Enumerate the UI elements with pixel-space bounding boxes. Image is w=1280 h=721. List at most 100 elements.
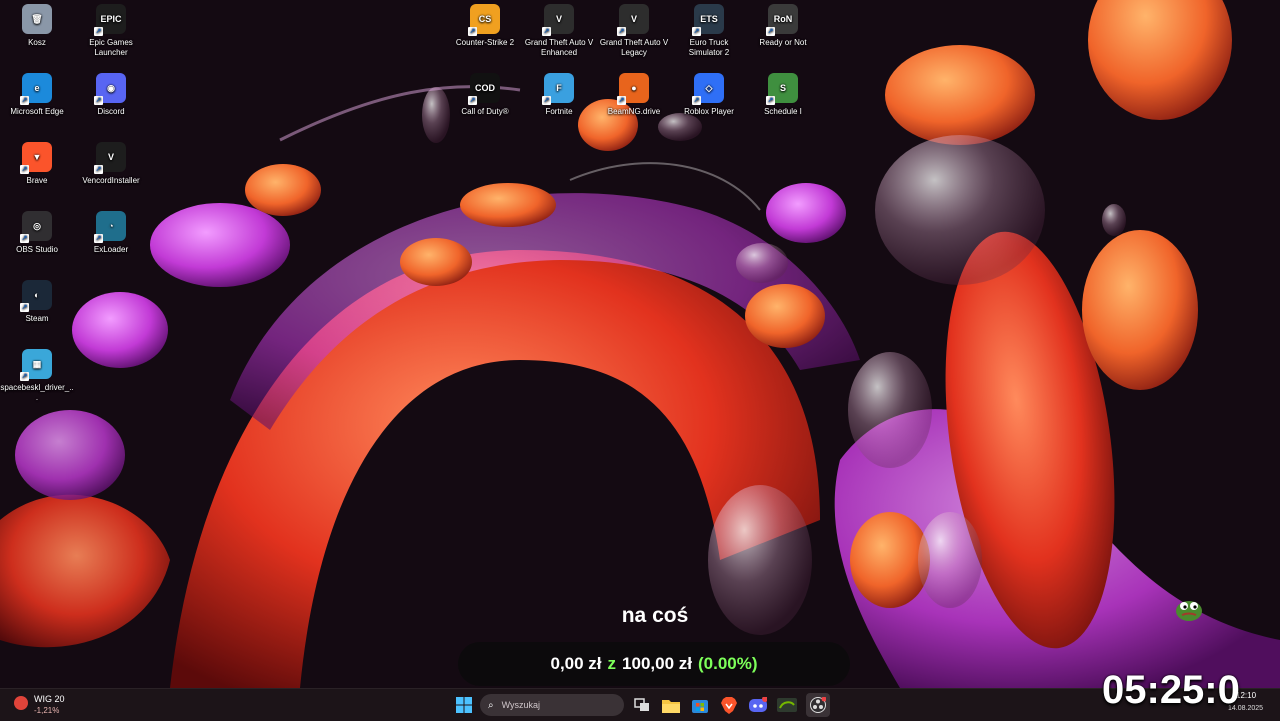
beamng-icon: ● ↗ bbox=[617, 73, 649, 105]
pepe-frog-sticker bbox=[1176, 601, 1202, 621]
stream-timer-overlay: 05:25:0 bbox=[1102, 668, 1240, 712]
desktop-shortcut[interactable]: ◇ ↗ Roblox Player bbox=[672, 69, 746, 117]
desktop-shortcut[interactable]: CS ↗ Counter-Strike 2 bbox=[448, 0, 522, 48]
shortcut-arrow-icon: ↗ bbox=[542, 96, 551, 105]
brave-icon: ▼ ↗ bbox=[20, 142, 52, 174]
taskbar: WIG 20 -1,21% ⌕ Wyszukaj 12:10 14.08.202… bbox=[0, 688, 1280, 721]
desktop-shortcut-label: VencordInstaller bbox=[82, 176, 140, 185]
gta-v-legacy-icon: V ↗ bbox=[617, 4, 649, 36]
discord-taskbar-button[interactable] bbox=[746, 693, 770, 717]
donation-goal-title: na coś bbox=[621, 604, 689, 627]
desktop-shortcut[interactable]: ◎ ↗ OBS Studio bbox=[0, 207, 74, 255]
euro-truck-icon: ETS ↗ bbox=[692, 4, 724, 36]
shortcut-arrow-icon: ↗ bbox=[692, 27, 701, 36]
obs-icon bbox=[810, 697, 826, 713]
desktop-shortcut-label: Schedule I bbox=[764, 107, 802, 116]
desktop-shortcut[interactable]: V ↗ Grand Theft Auto V Legacy bbox=[597, 0, 671, 58]
obs-icon: ◎ ↗ bbox=[20, 211, 52, 243]
donation-goal-progress: 0,00 zł z 100,00 zł (0.00%) bbox=[458, 642, 850, 686]
roblox-icon: ◇ ↗ bbox=[692, 73, 724, 105]
desktop-shortcut[interactable]: ETS ↗ Euro Truck Simulator 2 bbox=[672, 0, 746, 58]
nvidia-icon bbox=[777, 698, 797, 712]
microsoft-store-icon bbox=[692, 700, 708, 713]
file-explorer-icon bbox=[662, 699, 680, 713]
brave-icon bbox=[721, 696, 737, 714]
epic-games-icon: EPIC ↗ bbox=[94, 4, 126, 36]
shortcut-arrow-icon: ↗ bbox=[542, 27, 551, 36]
windows-start-icon bbox=[456, 697, 472, 713]
desktop-shortcut-label: Euro Truck Simulator 2 bbox=[688, 38, 730, 57]
shortcut-arrow-icon: ↗ bbox=[20, 372, 29, 381]
stock-widget-value: -1,21% bbox=[34, 706, 60, 715]
desktop-shortcut[interactable]: ◐ ↗ Steam bbox=[0, 276, 74, 324]
desktop-shortcut[interactable]: ▦ ↗ spacebeskl_driver_... bbox=[0, 345, 74, 403]
desktop-shortcut[interactable]: ● ↗ BeamNG.drive bbox=[597, 69, 671, 117]
shortcut-arrow-icon: ↗ bbox=[617, 27, 626, 36]
desktop-shortcut[interactable]: 🗑 Kosz bbox=[0, 0, 74, 48]
desktop-shortcut-label: Call of Duty® bbox=[461, 107, 509, 116]
desktop-shortcut-label: Grand Theft Auto V Enhanced bbox=[524, 38, 594, 57]
fortnite-icon: F ↗ bbox=[542, 73, 574, 105]
donation-goal-amount: 100,00 zł bbox=[622, 654, 692, 673]
desktop-shortcut[interactable]: V ↗ Grand Theft Auto V Enhanced bbox=[522, 0, 596, 58]
desktop-shortcut[interactable]: RoN ↗ Ready or Not bbox=[746, 0, 820, 48]
desktop-shortcut[interactable]: V ↗ VencordInstaller bbox=[74, 138, 148, 186]
shortcut-arrow-icon: ↗ bbox=[692, 96, 701, 105]
file-explorer-button[interactable] bbox=[659, 693, 683, 717]
desktop-shortcut[interactable]: ▼ ↗ Brave bbox=[0, 138, 74, 186]
search-icon: ⌕ bbox=[488, 699, 494, 711]
shortcut-arrow-icon: ↗ bbox=[20, 165, 29, 174]
shortcut-arrow-icon: ↗ bbox=[468, 96, 477, 105]
shortcut-arrow-icon: ↗ bbox=[94, 96, 103, 105]
ready-or-not-icon: RoN ↗ bbox=[766, 4, 798, 36]
desktop-shortcut[interactable]: S ↗ Schedule I bbox=[746, 69, 820, 117]
edge-icon: e ↗ bbox=[20, 73, 52, 105]
desktop-shortcut-label: Counter-Strike 2 bbox=[455, 38, 515, 47]
desktop-shortcut[interactable]: COD ↗ Call of Duty® bbox=[448, 69, 522, 117]
shortcut-arrow-icon: ↗ bbox=[766, 96, 775, 105]
stock-widget[interactable]: WIG 20 -1,21% bbox=[14, 692, 94, 718]
desktop-shortcut-label: Discord bbox=[97, 107, 125, 116]
desktop-shortcut[interactable]: F ↗ Fortnite bbox=[522, 69, 596, 117]
donation-current-amount: 0,00 zł bbox=[550, 654, 602, 673]
desktop-shortcut-label: Fortnite bbox=[545, 107, 573, 116]
donation-percent: (0.00%) bbox=[697, 654, 758, 673]
desktop-shortcut-label: Brave bbox=[26, 176, 48, 185]
desktop-shortcut-label: Ready or Not bbox=[759, 38, 807, 47]
discord-icon bbox=[749, 697, 767, 712]
shortcut-arrow-icon: ↗ bbox=[20, 234, 29, 243]
microsoft-store-button[interactable] bbox=[688, 693, 712, 717]
steam-icon: ◐ ↗ bbox=[20, 280, 52, 312]
obs-taskbar-button[interactable] bbox=[806, 693, 830, 717]
desktop-shortcut[interactable]: ◔ ↗ ExLoader bbox=[74, 207, 148, 255]
stock-down-icon bbox=[14, 696, 28, 710]
desktop-shortcut-label: Grand Theft Auto V Legacy bbox=[599, 38, 669, 57]
search-placeholder: Wyszukaj bbox=[501, 700, 541, 710]
task-view-icon bbox=[634, 698, 649, 711]
taskbar-search-box[interactable]: ⌕ Wyszukaj bbox=[480, 694, 624, 716]
call-of-duty-icon: COD ↗ bbox=[468, 73, 500, 105]
nvidia-taskbar-button[interactable] bbox=[775, 693, 799, 717]
desktop-shortcut-label: Epic Games Launcher bbox=[89, 38, 133, 57]
exloader-icon: ◔ ↗ bbox=[94, 211, 126, 243]
shortcut-arrow-icon: ↗ bbox=[20, 303, 29, 312]
desktop-shortcut-label: OBS Studio bbox=[16, 245, 58, 254]
driver-installer-icon: ▦ ↗ bbox=[20, 349, 52, 381]
brave-taskbar-button[interactable] bbox=[717, 693, 741, 717]
shortcut-arrow-icon: ↗ bbox=[94, 27, 103, 36]
desktop-shortcut[interactable]: e ↗ Microsoft Edge bbox=[0, 69, 74, 117]
task-view-button[interactable] bbox=[630, 693, 654, 717]
shortcut-arrow-icon: ↗ bbox=[20, 96, 29, 105]
donation-separator: z bbox=[607, 654, 617, 673]
gta-v-icon: V ↗ bbox=[542, 4, 574, 36]
desktop-shortcut[interactable]: ◉ ↗ Discord bbox=[74, 69, 148, 117]
desktop-shortcut[interactable]: EPIC ↗ Epic Games Launcher bbox=[74, 0, 148, 58]
shortcut-arrow-icon: ↗ bbox=[94, 234, 103, 243]
shortcut-arrow-icon: ↗ bbox=[617, 96, 626, 105]
desktop-shortcut-label: spacebeskl_driver_... bbox=[0, 383, 74, 402]
desktop-shortcut-label: Kosz bbox=[28, 38, 46, 47]
windows-start-button[interactable] bbox=[452, 693, 476, 717]
desktop-shortcut-label: BeamNG.drive bbox=[607, 107, 661, 116]
discord-icon: ◉ ↗ bbox=[94, 73, 126, 105]
counter-strike-icon: CS ↗ bbox=[468, 4, 500, 36]
